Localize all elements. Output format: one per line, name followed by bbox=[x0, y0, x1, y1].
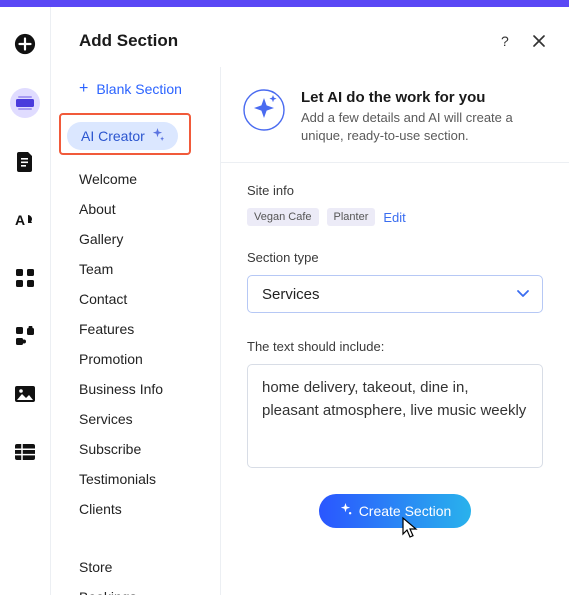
content: Let AI do the work for you Add a few det… bbox=[221, 67, 569, 595]
close-icon[interactable] bbox=[527, 29, 551, 53]
text-include-textarea[interactable]: home delivery, takeout, dine in, pleasan… bbox=[247, 364, 543, 468]
intro: Let AI do the work for you Add a few det… bbox=[221, 67, 569, 163]
sparkle-icon bbox=[339, 503, 352, 519]
sidebar-item[interactable]: Features bbox=[67, 314, 220, 344]
section-type-value: Services bbox=[262, 286, 320, 303]
table-icon[interactable] bbox=[11, 438, 39, 466]
sidebar-blank-label: Blank Section bbox=[96, 81, 182, 97]
help-icon[interactable]: ? bbox=[493, 29, 517, 53]
sidebar-ai-label: AI Creator bbox=[81, 128, 145, 144]
sidebar: + Blank Section AI Creator WelcomeAboutG… bbox=[51, 67, 221, 595]
image-icon[interactable] bbox=[11, 380, 39, 408]
site-info-chips: Vegan Cafe Planter Edit bbox=[247, 208, 543, 226]
edit-link[interactable]: Edit bbox=[383, 210, 405, 225]
icon-rail: A bbox=[0, 7, 50, 595]
sparkle-icon bbox=[151, 128, 164, 144]
sidebar-item[interactable]: About bbox=[67, 194, 220, 224]
sidebar-blank-section[interactable]: + Blank Section bbox=[67, 74, 220, 104]
panel-header: Add Section ? bbox=[51, 7, 569, 67]
theme-icon[interactable]: A bbox=[11, 206, 39, 234]
sidebar-item[interactable]: Promotion bbox=[67, 344, 220, 374]
sidebar-ai-creator[interactable]: AI Creator bbox=[67, 122, 178, 150]
panel-title: Add Section bbox=[79, 31, 493, 51]
sidebar-item[interactable]: Gallery bbox=[67, 224, 220, 254]
page-icon[interactable] bbox=[11, 148, 39, 176]
sidebar-item[interactable]: Contact bbox=[67, 284, 220, 314]
text-include-label: The text should include: bbox=[247, 339, 543, 354]
sidebar-item[interactable]: Bookings bbox=[67, 582, 220, 595]
sidebar-item[interactable]: Welcome bbox=[67, 164, 220, 194]
sidebar-item[interactable]: Services bbox=[67, 404, 220, 434]
section-type-label: Section type bbox=[247, 250, 543, 265]
intro-title: Let AI do the work for you bbox=[301, 89, 547, 106]
intro-subtitle: Add a few details and AI will create a u… bbox=[301, 109, 547, 144]
chip: Planter bbox=[327, 208, 376, 226]
add-icon[interactable] bbox=[11, 30, 39, 58]
create-section-label: Create Section bbox=[359, 503, 452, 519]
chip: Vegan Cafe bbox=[247, 208, 319, 226]
sidebar-ai-wrap: AI Creator bbox=[67, 122, 220, 150]
apps-icon[interactable] bbox=[11, 264, 39, 292]
app-top-bar bbox=[0, 0, 569, 7]
form: Site info Vegan Cafe Planter Edit Sectio… bbox=[221, 163, 569, 528]
section-type-select[interactable]: Services bbox=[247, 275, 543, 313]
sidebar-item[interactable]: Clients bbox=[67, 494, 220, 524]
sidebar-item[interactable]: Business Info bbox=[67, 374, 220, 404]
svg-text:?: ? bbox=[501, 33, 509, 49]
section-icon[interactable] bbox=[10, 88, 40, 118]
sidebar-item[interactable]: Subscribe bbox=[67, 434, 220, 464]
ai-sparkle-icon bbox=[243, 89, 285, 131]
create-section-button[interactable]: Create Section bbox=[319, 494, 472, 528]
chevron-down-icon bbox=[516, 286, 530, 303]
plus-icon: + bbox=[79, 81, 88, 97]
site-info-label: Site info bbox=[247, 183, 543, 198]
puzzle-icon[interactable] bbox=[11, 322, 39, 350]
sidebar-item[interactable]: Testimonials bbox=[67, 464, 220, 494]
svg-text:A: A bbox=[15, 212, 25, 228]
sidebar-item[interactable]: Store bbox=[67, 552, 220, 582]
sidebar-item[interactable]: Team bbox=[67, 254, 220, 284]
